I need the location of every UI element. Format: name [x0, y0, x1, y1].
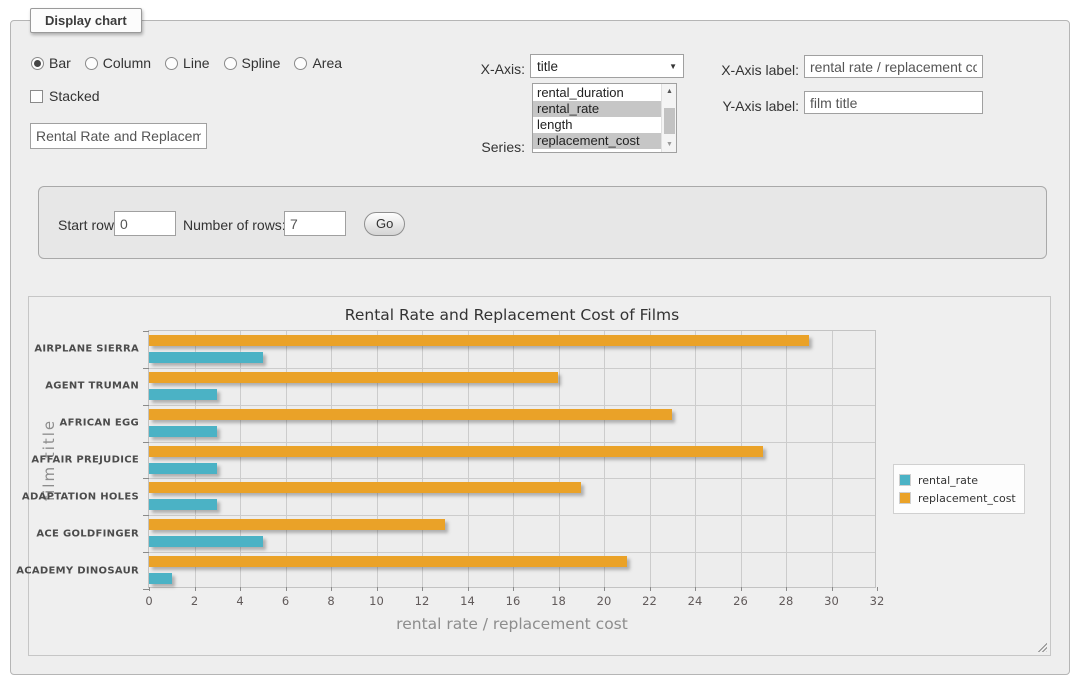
bar-rental_rate — [149, 499, 217, 510]
category-label: AFFAIR PREJUDICE — [31, 455, 139, 466]
x-tick-label: 0 — [134, 594, 164, 608]
series-option[interactable]: rental_duration — [533, 85, 661, 101]
chart-title-input[interactable] — [30, 123, 207, 149]
legend-label: replacement_cost — [918, 492, 1016, 505]
start-row-label: Start row: — [58, 217, 118, 233]
radio-icon — [85, 57, 98, 70]
bar-replacement_cost — [149, 519, 445, 530]
go-button[interactable]: Go — [364, 212, 405, 236]
scroll-up-icon[interactable]: ▲ — [662, 84, 677, 99]
chart-type-group: Bar Column Line Spline Area — [31, 55, 342, 71]
x-tick-label: 24 — [680, 594, 710, 608]
bar-replacement_cost — [149, 482, 581, 493]
bar-rental_rate — [149, 463, 217, 474]
bar-rental_rate — [149, 426, 217, 437]
bar-replacement_cost — [149, 335, 809, 346]
x-tick-label: 14 — [453, 594, 483, 608]
chart-container: Rental Rate and Replacement Cost of Film… — [28, 296, 1051, 656]
y-axis-field-label: Y-Axis label: — [699, 98, 799, 114]
x-axis-title: rental rate / replacement cost — [148, 615, 876, 633]
x-tick-label: 30 — [817, 594, 847, 608]
chart-type-option[interactable]: Spline — [224, 55, 281, 71]
chart-type-option[interactable]: Bar — [31, 55, 71, 71]
x-tick-label: 10 — [362, 594, 392, 608]
start-row-input[interactable] — [114, 211, 176, 236]
stacked-label: Stacked — [49, 88, 100, 104]
x-tick-label: 12 — [407, 594, 437, 608]
chart-type-label: Bar — [49, 55, 71, 71]
x-tick-label: 32 — [862, 594, 892, 608]
bar-replacement_cost — [149, 409, 672, 420]
x-axis-select-label: X-Axis: — [465, 61, 525, 77]
x-tick-label: 16 — [498, 594, 528, 608]
x-axis-label-input[interactable] — [804, 55, 983, 78]
series-options: rental_duration rental_rate length repla… — [533, 85, 661, 149]
x-tick-label: 4 — [225, 594, 255, 608]
category-label: ADAPTATION HOLES — [22, 491, 139, 502]
series-option[interactable]: rental_rate — [533, 101, 661, 117]
x-tick-label: 20 — [589, 594, 619, 608]
x-axis-field-label: X-Axis label: — [699, 62, 799, 78]
chart-type-label: Line — [183, 55, 209, 71]
category-label: ACADEMY DINOSAUR — [16, 565, 139, 576]
chart-type-label: Spline — [242, 55, 281, 71]
bar-replacement_cost — [149, 372, 558, 383]
x-tick-label: 26 — [726, 594, 756, 608]
scroll-down-icon[interactable]: ▼ — [662, 137, 677, 152]
chart-type-option[interactable]: Area — [294, 55, 342, 71]
chart-title: Rental Rate and Replacement Cost of Film… — [148, 306, 876, 324]
series-select-label: Series: — [465, 139, 525, 155]
chart-type-label: Column — [103, 55, 151, 71]
chart-type-option[interactable]: Column — [85, 55, 151, 71]
x-axis-selected-value: title — [537, 59, 669, 74]
legend-label: rental_rate — [918, 474, 978, 487]
series-multiselect[interactable]: rental_duration rental_rate length repla… — [532, 83, 677, 153]
category-label: AGENT TRUMAN — [45, 381, 139, 392]
legend-item: rental_rate — [899, 472, 1016, 488]
series-option[interactable]: length — [533, 117, 661, 133]
bar-rental_rate — [149, 389, 217, 400]
chevron-down-icon: ▼ — [669, 62, 677, 71]
bar-rental_rate — [149, 536, 263, 547]
category-label: AIRPLANE SIERRA — [34, 344, 139, 355]
x-tick-label: 22 — [635, 594, 665, 608]
stacked-checkbox[interactable] — [30, 90, 43, 103]
radio-icon — [31, 57, 44, 70]
chart-type-label: Area — [312, 55, 342, 71]
x-tick-label: 18 — [544, 594, 574, 608]
display-chart-panel: Display chart Bar Column Line Spline Are… — [10, 20, 1070, 675]
radio-icon — [224, 57, 237, 70]
bar-replacement_cost — [149, 446, 763, 457]
stacked-row: Stacked — [30, 88, 100, 104]
y-axis-label-input[interactable] — [804, 91, 983, 114]
x-axis-select[interactable]: title ▼ — [530, 54, 684, 78]
category-label: ACE GOLDFINGER — [36, 528, 139, 539]
bar-rental_rate — [149, 573, 172, 584]
x-tick-label: 28 — [771, 594, 801, 608]
legend-swatch-replacement-cost — [899, 492, 911, 504]
legend-swatch-rental-rate — [899, 474, 911, 486]
panel-title: Display chart — [30, 8, 142, 33]
num-rows-input[interactable] — [284, 211, 346, 236]
series-option[interactable]: replacement_cost — [533, 133, 661, 149]
num-rows-label: Number of rows: — [183, 217, 286, 233]
scrollbar[interactable]: ▲ ▼ — [661, 84, 676, 152]
chart-type-option[interactable]: Line — [165, 55, 209, 71]
bar-replacement_cost — [149, 556, 627, 567]
plot-area: 02468101214161820222426283032AIRPLANE SI… — [148, 330, 876, 588]
legend-item: replacement_cost — [899, 490, 1016, 506]
chart-legend: rental_rate replacement_cost — [893, 464, 1025, 514]
radio-icon — [165, 57, 178, 70]
bar-rental_rate — [149, 352, 263, 363]
x-tick-label: 2 — [180, 594, 210, 608]
scrollbar-thumb[interactable] — [664, 108, 675, 134]
resize-handle-icon[interactable] — [1036, 641, 1047, 652]
x-tick-label: 8 — [316, 594, 346, 608]
x-tick-label: 6 — [271, 594, 301, 608]
rows-panel: Start row: Number of rows: Go — [38, 186, 1047, 259]
category-label: AFRICAN EGG — [60, 418, 139, 429]
radio-icon — [294, 57, 307, 70]
